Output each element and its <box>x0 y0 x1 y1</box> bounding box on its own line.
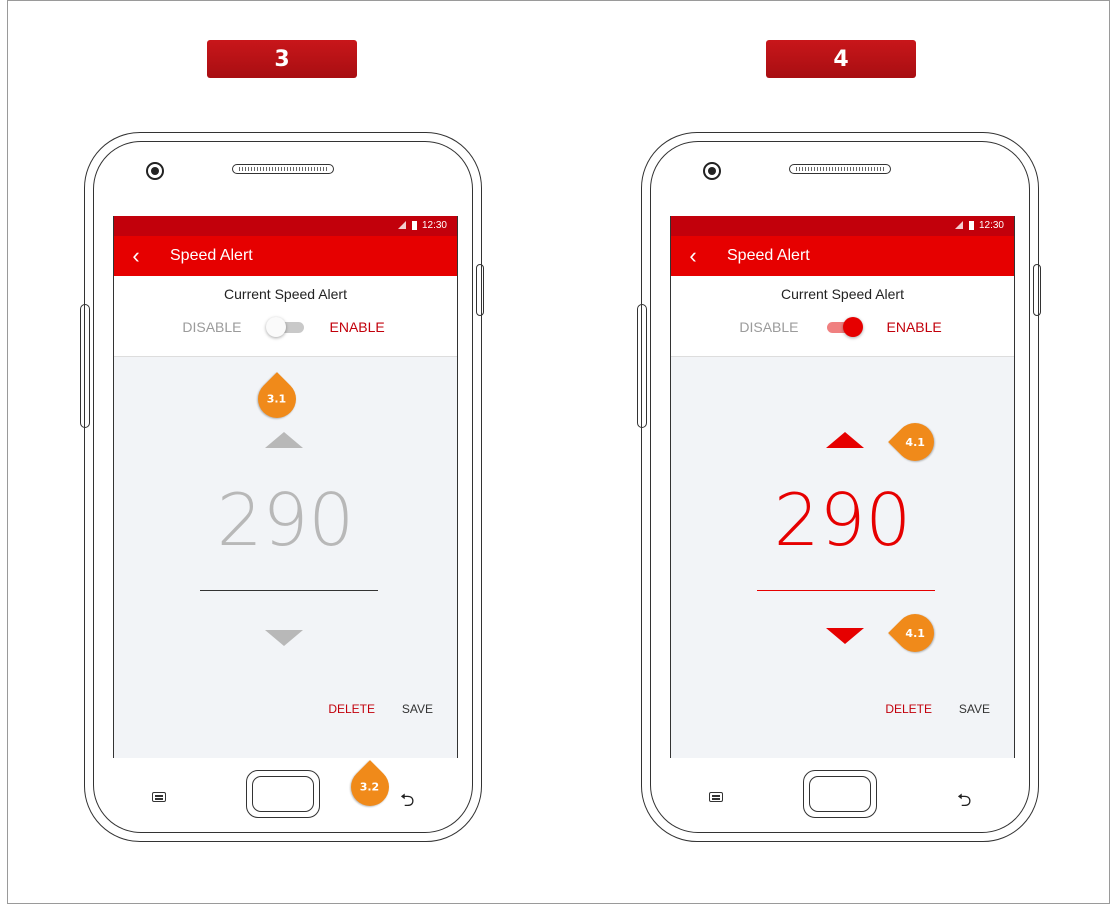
save-button[interactable]: SAVE <box>402 702 433 716</box>
speed-value: 290 <box>773 478 912 562</box>
status-bar: 12:30 <box>114 216 457 236</box>
decrease-arrow-icon[interactable] <box>826 628 864 644</box>
signal-icon <box>397 221 406 230</box>
speaker-grille <box>232 164 334 174</box>
toggle-row: DISABLE ENABLE <box>671 316 1014 338</box>
save-button[interactable]: SAVE <box>959 702 990 716</box>
phone-screen: 12:30 ‹ Speed Alert Current Speed Alert … <box>670 216 1015 758</box>
step-badge-4: 4 <box>766 40 916 78</box>
decrease-arrow-icon[interactable] <box>265 630 303 646</box>
app-bar: ‹ Speed Alert <box>114 236 457 276</box>
speed-value: 290 <box>216 478 355 562</box>
home-button[interactable] <box>803 770 877 818</box>
speaker-grille <box>789 164 891 174</box>
phone-screen: 12:30 ‹ Speed Alert Current Speed Alert … <box>113 216 458 758</box>
disable-label[interactable]: DISABLE <box>162 319 241 335</box>
menu-icon[interactable] <box>709 792 723 802</box>
disable-label[interactable]: DISABLE <box>719 319 798 335</box>
delete-button[interactable]: DELETE <box>328 702 375 716</box>
back-nav-icon[interactable]: ⮌ <box>957 788 971 818</box>
app-bar: ‹ Speed Alert <box>671 236 1014 276</box>
increase-arrow-icon[interactable] <box>265 432 303 448</box>
phone-mockup-step-3: 12:30 ‹ Speed Alert Current Speed Alert … <box>80 132 484 844</box>
page-title: Speed Alert <box>727 247 810 264</box>
alert-toggle-panel: Current Speed Alert DISABLE ENABLE <box>671 276 1014 357</box>
step-badge-3: 3 <box>207 40 357 78</box>
signal-icon <box>954 221 963 230</box>
alert-toggle-panel: Current Speed Alert DISABLE ENABLE <box>114 276 457 357</box>
battery-icon <box>968 220 974 230</box>
status-time: 12:30 <box>421 220 447 231</box>
back-nav-icon[interactable]: ⮌ <box>400 788 414 818</box>
home-button[interactable] <box>246 770 320 818</box>
back-arrow-icon[interactable]: ‹ <box>114 245 158 267</box>
current-alert-label: Current Speed Alert <box>224 286 347 302</box>
speed-underline <box>200 590 378 591</box>
status-time: 12:30 <box>978 220 1004 231</box>
enable-label[interactable]: ENABLE <box>330 319 410 335</box>
toggle-row: DISABLE ENABLE <box>114 316 457 338</box>
camera-icon <box>146 162 164 180</box>
current-alert-label: Current Speed Alert <box>781 286 904 302</box>
delete-button[interactable]: DELETE <box>885 702 932 716</box>
speed-underline <box>757 590 935 591</box>
alert-toggle-switch[interactable] <box>265 316 306 338</box>
increase-arrow-icon[interactable] <box>826 432 864 448</box>
toggle-knob <box>842 317 863 337</box>
enable-label[interactable]: ENABLE <box>887 319 967 335</box>
toggle-knob <box>265 317 286 337</box>
status-bar: 12:30 <box>671 216 1014 236</box>
battery-icon <box>411 220 417 230</box>
alert-toggle-switch[interactable] <box>823 316 863 338</box>
back-arrow-icon[interactable]: ‹ <box>671 245 715 267</box>
phone-mockup-step-4: 12:30 ‹ Speed Alert Current Speed Alert … <box>637 132 1041 844</box>
menu-icon[interactable] <box>152 792 166 802</box>
camera-icon <box>703 162 721 180</box>
page-title: Speed Alert <box>170 247 253 264</box>
